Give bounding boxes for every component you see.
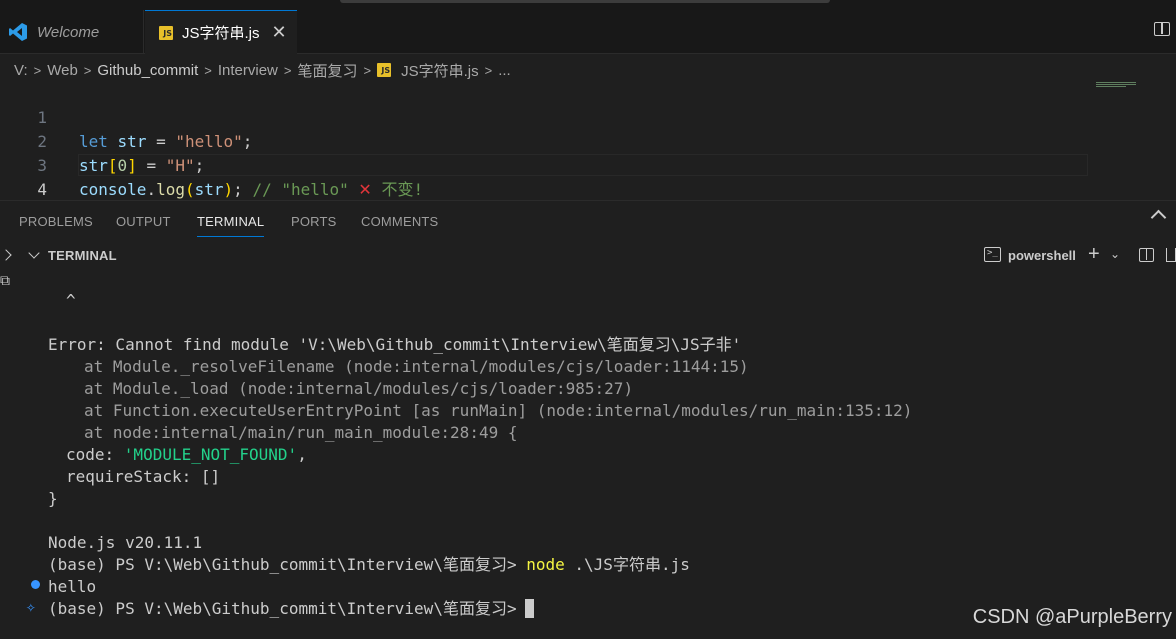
comment: // "hello" [252, 180, 349, 199]
tab-problems[interactable]: PROBLEMS [19, 214, 93, 229]
chevron-right-icon: > [363, 62, 372, 78]
chevron-down-icon[interactable] [28, 247, 40, 259]
prompt: (base) PS V:\Web\Github_commit\Interview… [48, 555, 517, 574]
vscode-logo-icon [9, 23, 27, 41]
terminal-output[interactable]: ^ Error: Cannot find module 'V:\Web\Gith… [0, 270, 1176, 639]
breadcrumb-drive[interactable]: V: [14, 62, 28, 79]
tab-js-file-label: JS字符串.js [182, 25, 260, 42]
breadcrumb-interview[interactable]: Interview [218, 62, 278, 79]
chevron-right-icon[interactable] [0, 249, 12, 261]
breadcrumb-symbol[interactable]: ... [498, 62, 511, 79]
tab-welcome[interactable]: Welcome [0, 10, 144, 54]
tab-welcome-label: Welcome [37, 23, 100, 41]
sparkle-icon[interactable]: ✧ [26, 597, 36, 616]
chevron-right-icon: > [204, 62, 212, 78]
split-terminal-icon[interactable] [1139, 248, 1154, 262]
terminal-line: ^ [66, 291, 76, 310]
code-line[interactable]: 4 [0, 154, 1090, 199]
terminal-line: } [48, 489, 58, 508]
chevron-down-icon[interactable]: ⌄ [1110, 247, 1120, 261]
function-name: log [156, 180, 185, 199]
identifier: str [194, 180, 224, 199]
js-file-icon: JS [377, 63, 392, 77]
command-decoration-icon[interactable] [31, 580, 40, 589]
punctuation: . [146, 180, 157, 199]
editor-tab-bar: Welcome JS JS字符串.js ✕ [0, 0, 1176, 54]
code-line[interactable]: 1 let str = "hello"; [0, 82, 1090, 151]
chevron-right-icon: > [484, 62, 493, 78]
shell-name[interactable]: powershell [1008, 248, 1076, 263]
command-center[interactable] [340, 0, 830, 3]
breadcrumb-folder[interactable]: 笔面复习 [297, 60, 357, 81]
code-key: code: [66, 445, 124, 464]
comment-note: 不变! [381, 180, 424, 199]
stack-frame: at Module._resolveFilename (node:interna… [84, 357, 749, 376]
terminal-title[interactable]: TERMINAL [48, 248, 117, 263]
stack-frame: at Function.executeUserEntryPoint [as ru… [84, 401, 913, 420]
tab-js-file[interactable]: JS JS字符串.js ✕ [145, 10, 297, 54]
punctuation: , [297, 445, 307, 464]
breadcrumb-github-commit[interactable]: Github_commit [97, 62, 198, 79]
node-version: Node.js v20.11.1 [48, 533, 203, 552]
command-arg: .\JS字符串.js [574, 555, 690, 574]
split-editor-icon[interactable] [1154, 22, 1170, 36]
chevron-right-icon: > [83, 62, 92, 78]
terminal-header: TERMINAL >_ powershell + ⌄ [0, 242, 1176, 270]
code-value: 'MODULE_NOT_FOUND' [123, 445, 298, 464]
stack-frame: at node:internal/main/run_main_module:28… [84, 422, 517, 444]
identifier: console [79, 180, 147, 199]
prompt: (base) PS V:\Web\Github_commit\Interview… [48, 599, 517, 618]
tab-comments[interactable]: COMMENTS [361, 214, 438, 229]
breadcrumb-file[interactable]: JS字符串.js [401, 60, 479, 81]
line-number: 4 [37, 180, 47, 199]
breadcrumb: V: > Web > Github_commit > Interview > 笔… [14, 60, 511, 80]
error-message: Error: Cannot find module 'V:\Web\Github… [48, 335, 742, 354]
tab-terminal[interactable]: TERMINAL [197, 214, 265, 237]
terminal-cursor [524, 599, 534, 618]
terminal-command-line: (base) PS V:\Web\Github_commit\Interview… [48, 554, 690, 576]
punctuation: ; [233, 180, 243, 199]
trash-icon[interactable] [1166, 248, 1176, 262]
watermark: CSDN @aPurpleBerry [972, 606, 1172, 628]
terminal-line: code: 'MODULE_NOT_FOUND', [66, 444, 307, 466]
bracket: ( [184, 180, 195, 199]
chevron-right-icon: > [283, 62, 292, 78]
breadcrumb-web[interactable]: Web [47, 62, 78, 79]
code-line[interactable]: 2 str[0] = "H"; [0, 106, 1090, 175]
tab-ports[interactable]: PORTS [291, 214, 337, 229]
terminal-shell-icon: >_ [984, 247, 1001, 262]
bracket: ) [223, 180, 234, 199]
terminal-line: requireStack: [] [66, 467, 221, 486]
stack-frame-text: at node:internal/main/run_main_module:28… [84, 423, 518, 442]
program-output: hello [48, 577, 97, 596]
new-terminal-icon[interactable]: + [1088, 243, 1100, 266]
tab-output[interactable]: OUTPUT [116, 214, 171, 229]
command: node [526, 555, 565, 574]
minimap[interactable] [1096, 82, 1136, 90]
code-editor[interactable]: 1 let str = "hello"; 2 str[0] = "H"; 3 c… [0, 82, 1176, 200]
stack-frame: at Module._load (node:internal/modules/c… [84, 379, 634, 398]
panel-tab-bar: PROBLEMS OUTPUT TERMINAL PORTS COMMENTS [0, 200, 1176, 241]
code-line[interactable]: 3 console.log(str); // "hello" ✕ 不变! [0, 130, 1090, 199]
chevron-right-icon: > [33, 62, 42, 78]
cross-mark-icon: ✕ [358, 180, 372, 199]
terminal-input-line[interactable]: (base) PS V:\Web\Github_commit\Interview… [48, 598, 534, 620]
js-file-icon: JS [159, 25, 173, 40]
close-icon[interactable]: ✕ [272, 22, 287, 43]
